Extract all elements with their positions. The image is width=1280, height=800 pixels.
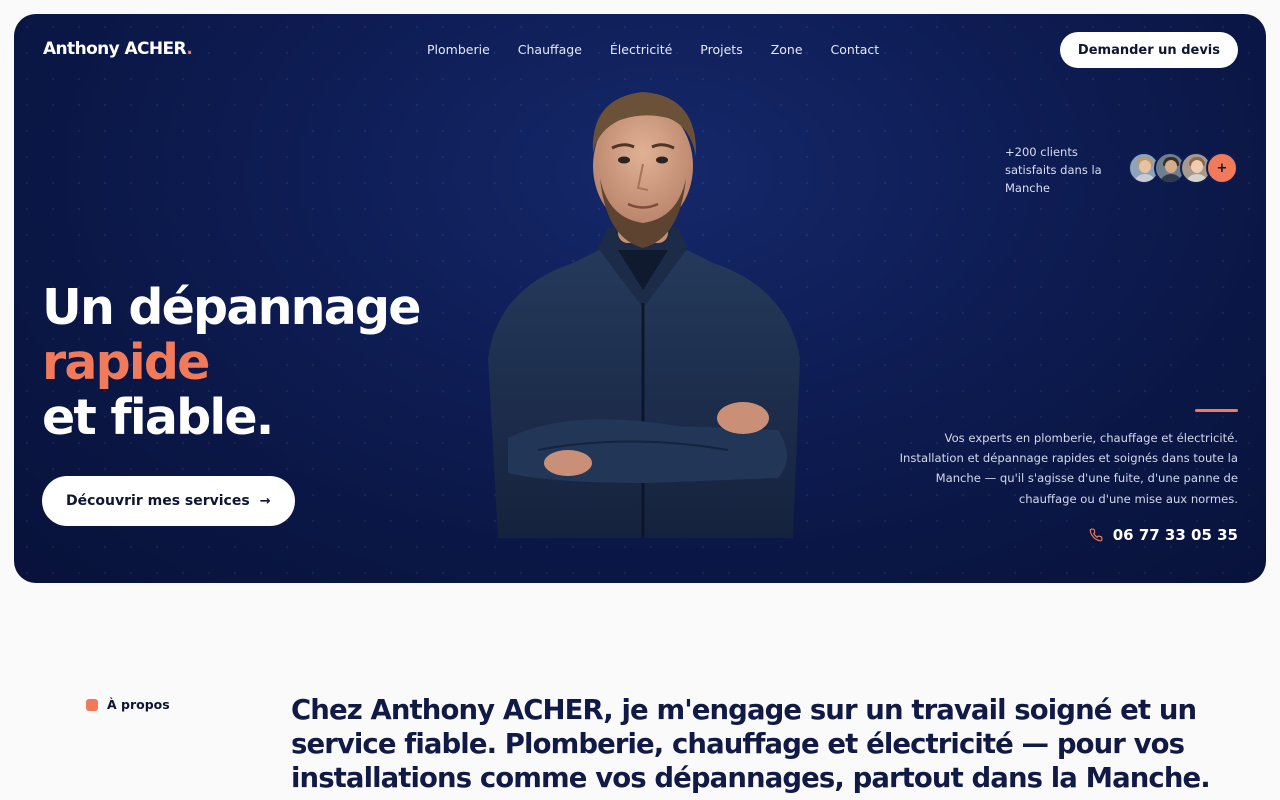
- arrow-right-icon: →: [259, 493, 271, 509]
- clients-count-text: +200 clients satisfaits dans la Manche: [1005, 145, 1102, 195]
- request-quote-button[interactable]: Demander un devis: [1059, 32, 1238, 68]
- discover-services-label: Découvrir mes services: [66, 493, 250, 509]
- nav-item-projets[interactable]: Projets: [700, 42, 742, 57]
- more-clients-badge: +: [1206, 152, 1238, 184]
- technician-photo: [488, 92, 800, 538]
- hero-description: Vos experts en plomberie, chauffage et é…: [899, 431, 1238, 506]
- about-tag-label: À propos: [107, 697, 170, 712]
- brand-logo[interactable]: Anthony ACHER.: [43, 39, 193, 59]
- client-avatars: +: [1128, 152, 1238, 184]
- hero-section: Anthony ACHER. Plomberie Chauffage Élect…: [14, 14, 1266, 583]
- discover-services-button[interactable]: Découvrir mes services →: [42, 476, 295, 526]
- headline-accent: rapide: [42, 334, 210, 391]
- main-nav: Plomberie Chauffage Électricité Projets …: [427, 42, 907, 57]
- about-statement: Chez Anthony ACHER, je m'engage sur un t…: [291, 694, 1211, 794]
- brand-dot: .: [186, 39, 193, 59]
- nav-item-contact[interactable]: Contact: [831, 42, 880, 57]
- nav-item-zone[interactable]: Zone: [771, 42, 803, 57]
- tag-square-icon: [86, 698, 98, 711]
- headline-line-3: et fiable.: [42, 389, 274, 446]
- brand-name: Anthony ACHER: [43, 39, 187, 59]
- nav-item-electricite[interactable]: Électricité: [610, 42, 672, 57]
- phone-number: 06 77 33 05 35: [1112, 526, 1238, 544]
- headline-line-1: Un dépannage: [42, 279, 422, 336]
- phone-icon: [1089, 528, 1103, 542]
- about-section-tag: À propos: [86, 697, 170, 712]
- nav-item-chauffage[interactable]: Chauffage: [518, 42, 582, 57]
- nav-item-plomberie[interactable]: Plomberie: [427, 42, 490, 57]
- hero-headline: Un dépannage rapide et fiable.: [42, 279, 422, 446]
- phone-link[interactable]: 06 77 33 05 35: [1089, 526, 1238, 544]
- accent-divider: [1195, 409, 1238, 412]
